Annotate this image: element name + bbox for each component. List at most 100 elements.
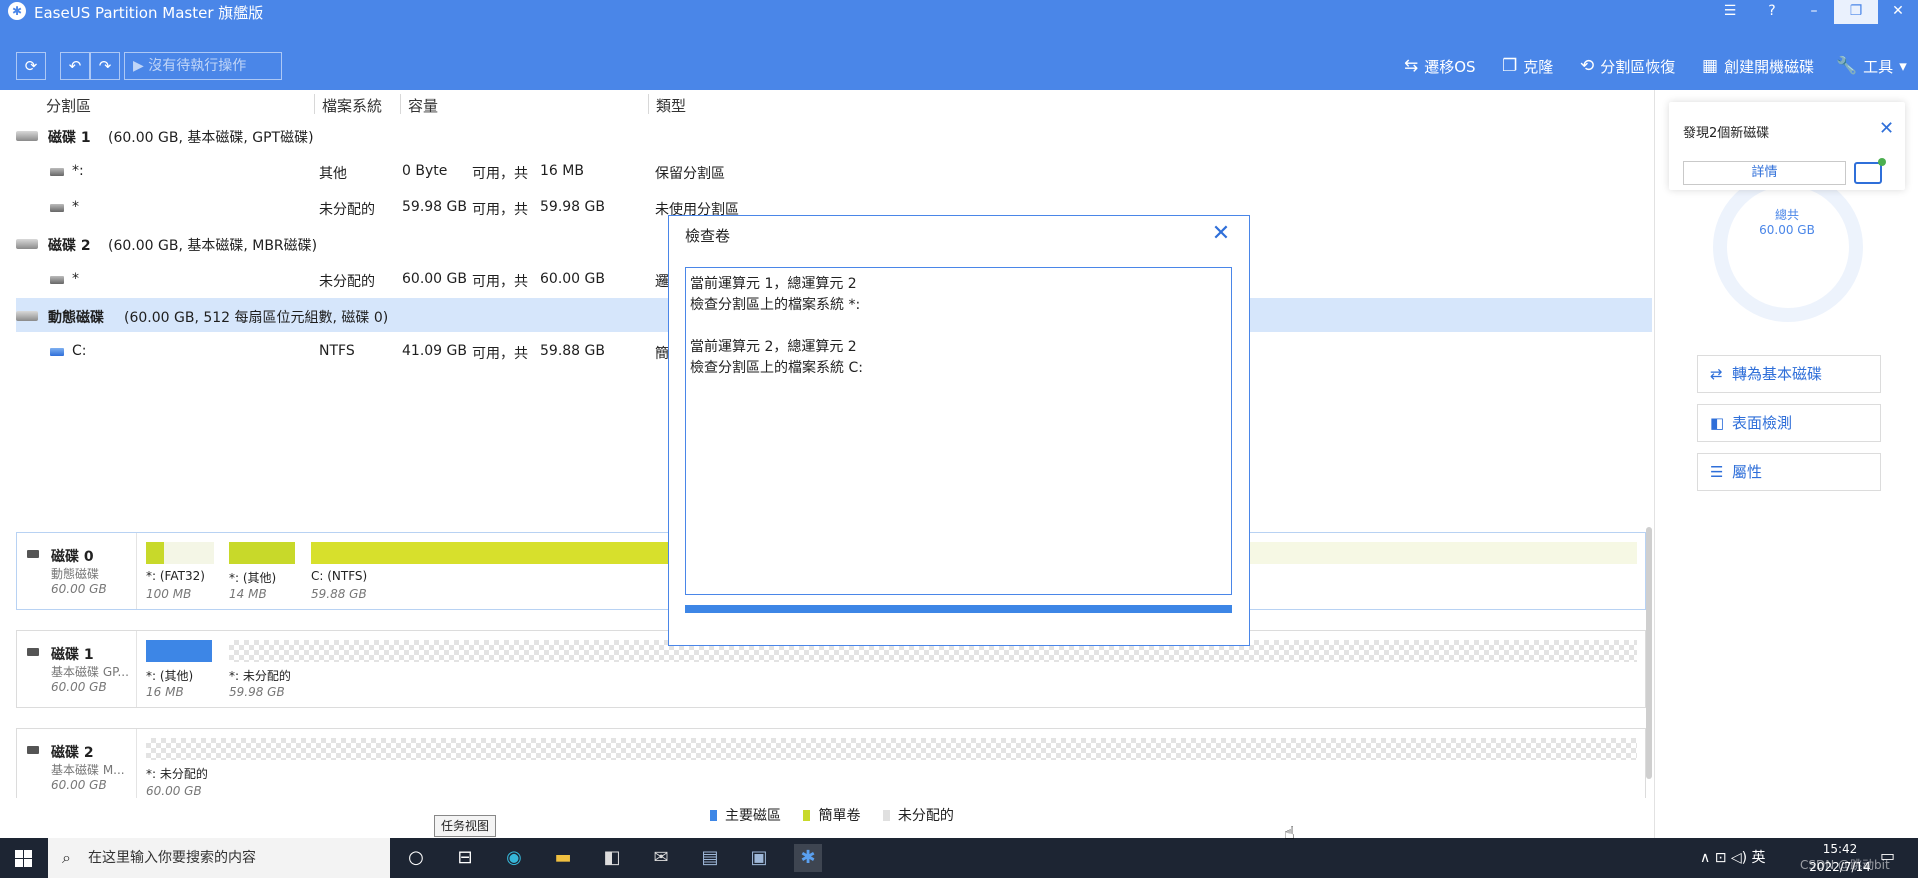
close-button[interactable]: ✕: [1876, 0, 1918, 24]
partition-segment[interactable]: [146, 542, 214, 564]
migrate-os-label: 遷移OS: [1424, 57, 1476, 76]
header-divider: [648, 94, 649, 114]
search-placeholder: 在这里输入你要搜索的内容: [88, 850, 256, 866]
recovery-icon: ⟲: [1580, 56, 1595, 76]
partition-recovery-button[interactable]: ⟲ 分割區恢復: [1580, 55, 1675, 77]
partition-filesystem: 未分配的: [319, 202, 375, 218]
diskmap-size: 60.00 GB: [51, 778, 107, 792]
diskmap-scrollbar[interactable]: [1646, 527, 1652, 779]
partition-row[interactable]: *: 其他 0 Byte 可用，共 16 MB 保留分割區: [0, 154, 1652, 188]
legend-swatch: [710, 810, 717, 821]
redo-button[interactable]: ↷: [90, 52, 120, 80]
partition-icon: [50, 204, 64, 212]
status-dot: [1878, 158, 1886, 166]
partition-capacity: 0 Byte: [402, 163, 448, 179]
diskmap-size: 60.00 GB: [51, 680, 107, 694]
create-boot-disk-button[interactable]: ▦ 創建開機磁碟: [1702, 55, 1814, 77]
disk-icon: [27, 550, 39, 558]
header-filesystem[interactable]: 檔案系統: [316, 95, 382, 116]
notice-details-button[interactable]: 詳情: [1683, 161, 1846, 185]
unallocated-segment[interactable]: [146, 738, 1637, 760]
tools-menu-button[interactable]: 🔧 工具 ▾: [1836, 55, 1907, 77]
segment-label: *: 未分配的: [229, 669, 291, 683]
partition-icon: [50, 348, 64, 356]
partition-segment[interactable]: [229, 542, 295, 564]
store-icon[interactable]: ◧: [598, 844, 626, 872]
windows-icon: ▦: [1702, 56, 1719, 76]
progress-bar: [685, 605, 1232, 613]
header-partition[interactable]: 分割區: [40, 95, 91, 116]
partition-segment[interactable]: [146, 640, 212, 662]
notification-icon[interactable]: ▭: [1880, 846, 1895, 865]
action-label: 轉為基本磁碟: [1732, 365, 1823, 383]
ring-total-label: 總共: [1774, 208, 1799, 222]
dialog-close-icon[interactable]: ✕: [1206, 220, 1236, 248]
segment-size: 16 MB: [146, 685, 184, 699]
hand-cursor-icon: ☝: [1284, 823, 1295, 844]
partition-capacity-sep: 可用，共: [472, 274, 528, 290]
mail-icon[interactable]: ✉: [647, 844, 675, 872]
partition-capacity-total: 59.88 GB: [540, 343, 605, 359]
easeus-taskbar-icon[interactable]: ✱: [794, 844, 822, 872]
title-bar: ✱ EaseUS Partition Master 旗艦版 ☰ ? – ❐ ✕: [0, 0, 1918, 24]
partition-capacity-total: 60.00 GB: [540, 271, 605, 287]
segment-size: 59.88 GB: [311, 587, 367, 601]
disk-info: (60.00 GB, 512 每扇區位元組數, 磁碟 0): [124, 310, 389, 326]
segment-label: C: (NTFS): [311, 569, 368, 583]
surface-test-button[interactable]: ◧ 表面檢測: [1697, 404, 1881, 442]
notice-close-icon[interactable]: ✕: [1879, 120, 1894, 138]
partition-capacity-total: 59.98 GB: [540, 199, 605, 215]
restore-button[interactable]: ❐: [1834, 0, 1878, 24]
start-button[interactable]: [0, 838, 46, 878]
partition-capacity: 59.98 GB: [402, 199, 467, 215]
migrate-icon: ⇆: [1404, 56, 1419, 76]
right-panel: 總共 60.00 GB 發現2個新磁碟 ✕ 詳情 ⇄ 轉為基本磁碟 ◧ 表面檢測 ☰…: [1654, 90, 1918, 838]
diskmap-label: 磁碟 1 基本磁碟 GP... 60.00 GB: [17, 631, 137, 707]
progress-fill: [685, 605, 1232, 613]
undo-button[interactable]: ↶: [60, 52, 90, 80]
refresh-button[interactable]: ⟳: [16, 52, 46, 80]
diskmap-disk2[interactable]: 磁碟 2 基本磁碟 M... 60.00 GB *: 未分配的 60.00 GB: [16, 728, 1646, 798]
wrench-icon: 🔧: [1836, 56, 1858, 76]
cortana-icon[interactable]: ○: [402, 844, 430, 872]
task-view-icon[interactable]: ⊟: [451, 844, 479, 872]
segment-size: 59.98 GB: [229, 685, 285, 699]
clone-icon: ❐: [1502, 56, 1518, 76]
disk-icon: [27, 648, 39, 656]
app-window-icon[interactable]: ▣: [745, 844, 773, 872]
segment-size: 14 MB: [229, 587, 267, 601]
partition-capacity: 60.00 GB: [402, 271, 467, 287]
segment-label: *: (FAT32): [146, 569, 205, 583]
new-disk-notice: 發現2個新磁碟 ✕ 詳情: [1669, 102, 1905, 190]
system-tray[interactable]: ∧ ⊡ ◁) 英: [1700, 838, 1766, 878]
migrate-os-button[interactable]: ⇆ 遷移OS: [1404, 55, 1476, 77]
help-icon[interactable]: ?: [1750, 0, 1794, 24]
disk-icon: [16, 239, 38, 249]
disk-icon: [16, 311, 38, 321]
minimize-button[interactable]: –: [1792, 0, 1836, 24]
disk-icon: [27, 746, 39, 754]
watermark: CSDN @跳动bit: [1800, 858, 1890, 872]
taskbar-search[interactable]: ⌕ 在这里输入你要搜索的内容: [48, 838, 390, 878]
menu-icon[interactable]: ☰: [1708, 0, 1752, 24]
disk-tool-icon[interactable]: ▤: [696, 844, 724, 872]
app-title: EaseUS Partition Master 旗艦版: [34, 4, 264, 22]
header-type[interactable]: 類型: [650, 95, 686, 116]
dialog-log[interactable]: 當前運算元 1，總運算元 2 檢查分割區上的檔案系統 *: 當前運算元 2，總運…: [685, 267, 1232, 595]
log-line: 檢查分割區上的檔案系統 *:: [690, 297, 861, 313]
windows-logo-icon: [15, 859, 23, 867]
partition-name: *: [72, 199, 79, 215]
windows-logo-icon: [15, 850, 23, 858]
partition-type: 保留分割區: [655, 166, 725, 182]
disk-row-disk1[interactable]: 磁碟 1 (60.00 GB, 基本磁碟, GPT磁碟): [0, 118, 1652, 152]
segment-size: 60.00 GB: [146, 784, 202, 798]
partition-name: *:: [72, 163, 84, 179]
pending-operations-button[interactable]: ▶ 沒有待執行操作: [124, 52, 282, 80]
file-explorer-icon[interactable]: ▬: [549, 844, 577, 872]
header-capacity[interactable]: 容量: [402, 95, 438, 116]
properties-button[interactable]: ☰ 屬性: [1697, 453, 1881, 491]
edge-icon[interactable]: ◉: [500, 844, 528, 872]
clone-button[interactable]: ❐ 克隆: [1502, 55, 1553, 77]
convert-to-basic-button[interactable]: ⇄ 轉為基本磁碟: [1697, 355, 1881, 393]
notice-text: 發現2個新磁碟: [1683, 126, 1770, 141]
